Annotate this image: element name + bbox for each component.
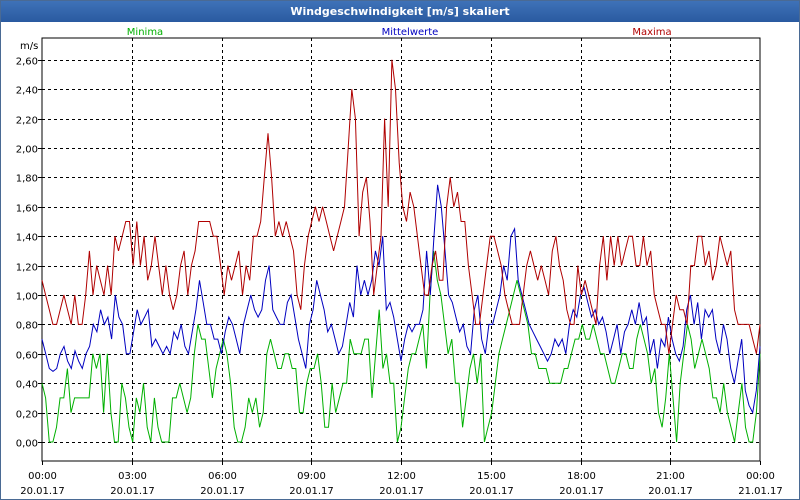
chart-canvas: 0,00 0,20 0,40 0,60 0,80 1,00 1,20 1,40 1,60 1,80… bbox=[16, 27, 783, 497]
x-tick-time: 03:00 bbox=[118, 471, 147, 482]
y-tick-label: 1,40 bbox=[16, 233, 38, 244]
x-tick-time: 15:00 bbox=[477, 471, 506, 482]
y-tick-label: 1,60 bbox=[16, 204, 38, 215]
x-tick-date: 20.01.17 bbox=[200, 486, 245, 497]
y-tick-label: 2,40 bbox=[16, 86, 38, 97]
x-tick-date: 20.01.17 bbox=[289, 486, 334, 497]
x-tick-date: 20.01.17 bbox=[110, 486, 155, 497]
y-tick-label: 0,80 bbox=[16, 321, 38, 332]
x-tick-time: 12:00 bbox=[387, 471, 416, 482]
x-tick-time: 00:00 bbox=[746, 471, 775, 482]
legend-minima: Minima bbox=[127, 27, 163, 38]
x-tick-date: 20.01.17 bbox=[20, 486, 65, 497]
y-tick-label: 2,20 bbox=[16, 116, 38, 127]
x-tick-date: 20.01.17 bbox=[648, 486, 693, 497]
y-tick-label: 0,00 bbox=[16, 439, 38, 450]
x-tick-time: 09:00 bbox=[297, 471, 326, 482]
x-tick-date: 21.01.17 bbox=[738, 486, 783, 497]
x-tick-time: 21:00 bbox=[656, 471, 685, 482]
x-tick-time: 00:00 bbox=[28, 471, 57, 482]
x-tick-time: 06:00 bbox=[208, 471, 237, 482]
y-tick-label: 1,00 bbox=[16, 292, 38, 303]
y-tick-label: 2,00 bbox=[16, 145, 38, 156]
y-tick-label: 1,20 bbox=[16, 263, 38, 274]
y-tick-label: 1,80 bbox=[16, 174, 38, 185]
legend-maxima: Maxima bbox=[632, 27, 671, 38]
y-tick-label: 0,20 bbox=[16, 410, 38, 421]
y-axis-label: m/s bbox=[20, 41, 38, 52]
legend-mittelwerte: Mittelwerte bbox=[382, 27, 439, 38]
y-tick-label: 0,40 bbox=[16, 380, 38, 391]
x-tick-date: 20.01.17 bbox=[469, 486, 514, 497]
y-tick-label: 0,60 bbox=[16, 351, 38, 362]
x-tick-time: 18:00 bbox=[567, 471, 596, 482]
x-tick-date: 20.01.17 bbox=[379, 486, 424, 497]
x-tick-date: 20.01.17 bbox=[559, 486, 604, 497]
y-tick-label: 2,60 bbox=[16, 57, 38, 68]
